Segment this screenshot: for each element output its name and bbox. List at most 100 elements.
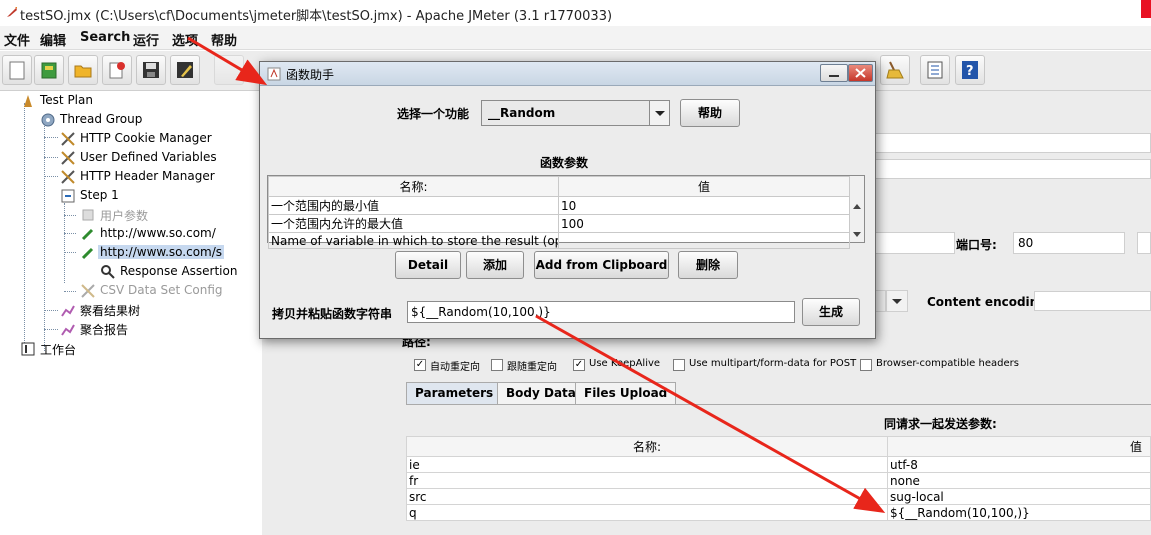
follow-redirect-checkbox[interactable] (491, 359, 503, 371)
function-helper-button[interactable] (920, 55, 950, 85)
param-name[interactable]: ie (406, 456, 888, 473)
param-value[interactable]: sug-local (887, 488, 1151, 505)
comments-field[interactable] (872, 159, 1151, 179)
menu-edit[interactable]: 编辑 (40, 30, 66, 49)
tools-icon (61, 170, 75, 184)
function-helper-dialog: 函数助手 选择一个功能 __Random 帮助 函数参数 名称: 值 一个范围内… (259, 61, 876, 339)
table-row[interactable]: q ${__Random(10,100,)} (406, 504, 1151, 521)
port-value: 80 (1018, 236, 1034, 250)
tools-icon (81, 284, 95, 298)
magnifier-icon (101, 265, 115, 279)
controller-icon (61, 189, 75, 203)
multipart-checkbox[interactable] (673, 359, 685, 371)
param-value[interactable] (558, 232, 850, 249)
parameters-table: 名称: 值 ie utf-8 fr none src sug-local q $… (406, 436, 1151, 521)
param-name[interactable]: fr (406, 472, 888, 489)
tab-body-data[interactable]: Body Data (497, 382, 585, 404)
delete-button[interactable]: 删除 (678, 251, 738, 279)
close-icon (855, 68, 866, 78)
test-plan-tree: Test Plan Thread Group HTTP Cookie Manag… (0, 91, 262, 535)
port-field[interactable]: 80 (1013, 232, 1125, 254)
content-encoding-label: Content encoding: (927, 295, 1052, 309)
table-row[interactable]: Name of variable in which to store the r… (268, 232, 850, 249)
window-titlebar: testSO.jmx (C:\Users\cf\Documents\jmeter… (0, 0, 1151, 26)
param-name: Name of variable in which to store the r… (268, 232, 559, 249)
java-window-icon (267, 67, 281, 81)
menu-options[interactable]: 选项 (172, 30, 198, 49)
menu-help[interactable]: 帮助 (211, 30, 237, 49)
scroll-down-icon (853, 232, 861, 237)
param-name[interactable]: q (406, 504, 888, 521)
table-row[interactable]: ie utf-8 (406, 456, 1151, 473)
table-row[interactable]: src sug-local (406, 488, 1151, 505)
tab-parameters[interactable]: Parameters (406, 382, 503, 404)
test-plan-icon (24, 95, 32, 107)
templates-button[interactable] (34, 55, 64, 85)
user-params-icon (82, 209, 94, 221)
table-row[interactable]: fr none (406, 472, 1151, 489)
param-value[interactable]: 10 (558, 196, 850, 215)
table-scrollbar[interactable] (849, 176, 864, 242)
table-row[interactable]: 一个范围内的最小值 10 (268, 196, 850, 215)
function-select-value: __Random (488, 106, 556, 120)
follow-redirect-label: 跟随重定向 (507, 362, 557, 373)
list-icon (927, 61, 943, 79)
help-button[interactable]: ? (955, 55, 985, 85)
window-title: testSO.jmx (C:\Users\cf\Documents\jmeter… (20, 9, 613, 24)
browser-headers-checkbox[interactable] (860, 359, 872, 371)
function-params-table: 名称: 值 一个范围内的最小值 10 一个范围内允许的最大值 100 Name … (267, 175, 865, 249)
open-folder-icon (74, 65, 92, 78)
workbench-icon (21, 342, 35, 356)
function-select[interactable]: __Random (481, 100, 670, 126)
protocol-field[interactable] (1137, 232, 1151, 254)
add-from-clipboard-button[interactable]: Add from Clipboard (534, 251, 669, 279)
menu-bar: 文件 编辑 Search 运行 选项 帮助 (0, 26, 1151, 50)
table-row[interactable]: 一个范围内允许的最大值 100 (268, 214, 850, 233)
server-field[interactable] (872, 232, 955, 254)
value-column-header: 值 (887, 436, 1151, 457)
menu-search[interactable]: Search (80, 30, 130, 45)
minimize-icon (829, 75, 839, 77)
menu-file[interactable]: 文件 (4, 30, 30, 49)
close-button[interactable] (102, 55, 132, 85)
param-value[interactable]: none (887, 472, 1151, 489)
detail-button[interactable]: Detail (395, 251, 461, 279)
window-close-button[interactable] (1141, 0, 1151, 18)
add-button[interactable]: 添加 (466, 251, 524, 279)
close-file-icon (109, 62, 125, 79)
generate-button[interactable]: 生成 (802, 298, 860, 326)
param-name[interactable]: src (406, 488, 888, 505)
method-dropdown-arrow[interactable] (886, 290, 908, 312)
value-column-header: 值 (558, 176, 850, 197)
browser-headers-label: Browser-compatible headers (876, 358, 1019, 369)
param-value[interactable]: ${__Random(10,100,)} (887, 504, 1151, 521)
dialog-minimize-button[interactable] (820, 64, 848, 82)
menu-run[interactable]: 运行 (133, 30, 159, 49)
auto-redirect-checkbox[interactable]: ✓ (414, 359, 426, 371)
chevron-down-icon (655, 111, 665, 116)
new-button[interactable] (2, 55, 32, 85)
function-select-arrow[interactable] (649, 101, 669, 125)
cut-button[interactable] (214, 55, 244, 85)
listener-chart-icon (61, 305, 75, 317)
save-as-button[interactable] (170, 55, 200, 85)
open-button[interactable] (68, 55, 98, 85)
keepalive-checkbox[interactable]: ✓ (573, 359, 585, 371)
tools-icon (61, 151, 75, 165)
param-value[interactable]: 100 (558, 214, 850, 233)
listener-chart-icon (61, 324, 75, 336)
gear-icon (41, 113, 55, 127)
name-column-header: 名称: (268, 176, 559, 197)
param-name: 一个范围内允许的最大值 (268, 214, 559, 233)
name-field[interactable] (872, 133, 1151, 153)
param-value[interactable]: utf-8 (887, 456, 1151, 473)
function-string-field[interactable]: ${__Random(10,100,)} (407, 301, 795, 323)
result-label: 拷贝并粘贴函数字符串 (272, 307, 393, 321)
dialog-close-button[interactable] (848, 64, 873, 82)
table-header: 名称: 值 (406, 436, 1151, 457)
content-encoding-field[interactable] (1034, 291, 1151, 311)
help-button[interactable]: 帮助 (680, 99, 740, 127)
save-button[interactable] (136, 55, 166, 85)
tab-files-upload[interactable]: Files Upload (575, 382, 677, 404)
clear-all-button[interactable] (880, 55, 910, 85)
